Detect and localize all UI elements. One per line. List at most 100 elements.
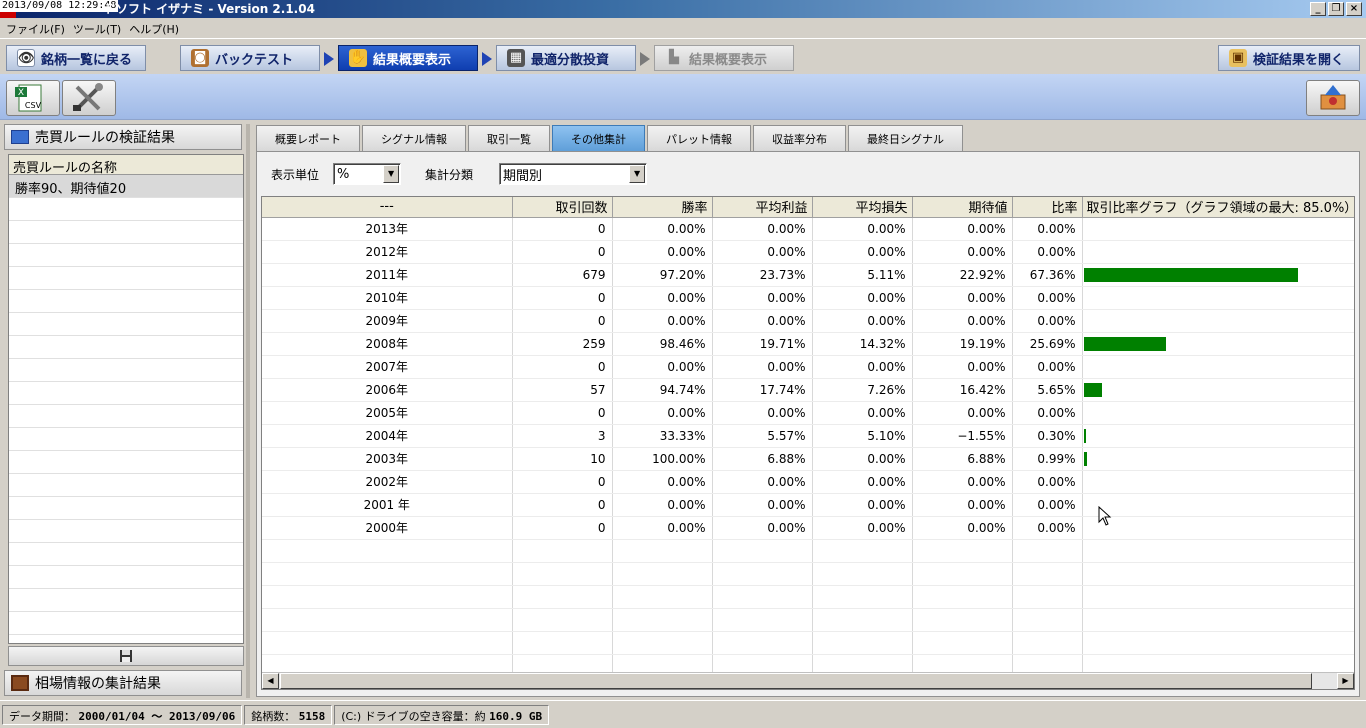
step-arrow-icon bbox=[640, 52, 650, 66]
refresh-export-button[interactable] bbox=[1306, 80, 1360, 116]
empty-cell bbox=[1012, 585, 1083, 609]
chevron-down-icon[interactable]: ▼ bbox=[383, 165, 400, 183]
empty-cell bbox=[262, 631, 513, 655]
menu-tools[interactable]: ツール(T) bbox=[71, 18, 127, 38]
csv-icon-label: CSV bbox=[25, 101, 42, 110]
cell-expected: 0.00% bbox=[912, 240, 1013, 264]
table-row[interactable]: 2001 年 0 0.00% 0.00% 0.00% 0.00% 0.00% bbox=[262, 493, 1354, 517]
scroll-right-icon[interactable]: ▶ bbox=[1337, 673, 1354, 689]
window-controls: _ ❐ × bbox=[1310, 2, 1362, 16]
cell-avg-loss: 0.00% bbox=[812, 355, 913, 379]
cell-avg-loss: 0.00% bbox=[812, 286, 913, 310]
folder-icon: ▣ bbox=[1229, 49, 1247, 67]
table-row[interactable]: 2011年 679 97.20% 23.73% 5.11% 22.92% 67.36% bbox=[262, 263, 1354, 287]
cell-ratio-graph bbox=[1082, 470, 1354, 494]
empty-cell bbox=[812, 608, 913, 632]
column-header-ratio-graph[interactable]: 取引比率グラフ（グラフ領域の最大: 85.0%） bbox=[1082, 197, 1354, 218]
scroll-left-icon[interactable]: ◀ bbox=[262, 673, 279, 689]
result-summary-button[interactable]: ✋ 結果概要表示 bbox=[338, 45, 478, 71]
cell-period: 2006年 bbox=[262, 378, 513, 402]
table-row[interactable]: 2003年 10 100.00% 6.88% 0.00% 6.88% 0.99% bbox=[262, 447, 1354, 471]
column-header-ratio[interactable]: 比率 bbox=[1012, 197, 1083, 218]
bar-chart-icon: ▙ bbox=[669, 50, 679, 65]
column-header-avg-loss[interactable]: 平均損失 bbox=[812, 197, 913, 218]
settings-tools-button[interactable] bbox=[62, 80, 116, 116]
tab-overview-report[interactable]: 概要レポート bbox=[256, 125, 360, 151]
menu-file[interactable]: ファイル(F) bbox=[4, 18, 71, 38]
empty-cell bbox=[1012, 539, 1083, 563]
tab-signal-info[interactable]: シグナル情報 bbox=[362, 125, 466, 151]
empty-cell bbox=[912, 585, 1013, 609]
data-period-status: データ期間： 2000/01/04 〜 2013/09/06 bbox=[2, 704, 243, 725]
close-button[interactable]: × bbox=[1346, 2, 1362, 16]
stock-count-status: 銘柄数： 5158 bbox=[244, 704, 333, 725]
cell-period: 2007年 bbox=[262, 355, 513, 379]
open-results-button[interactable]: ▣ 検証結果を開く bbox=[1218, 45, 1360, 71]
table-row[interactable]: 2009年 0 0.00% 0.00% 0.00% 0.00% 0.00% bbox=[262, 309, 1354, 333]
table-row[interactable]: 2005年 0 0.00% 0.00% 0.00% 0.00% 0.00% bbox=[262, 401, 1354, 425]
cell-period: 2000年 bbox=[262, 516, 513, 540]
ratio-bar bbox=[1083, 382, 1102, 397]
tab-other-aggregation[interactable]: その他集計 bbox=[552, 125, 645, 151]
rule-results-header[interactable]: 売買ルールの検証結果 bbox=[4, 124, 242, 150]
menu-help[interactable]: ヘルプ(H) bbox=[127, 18, 185, 38]
back-to-list-label: 銘柄一覧に戻る bbox=[41, 52, 133, 68]
cell-avg-profit: 17.74% bbox=[712, 378, 813, 402]
window-title: ドソフト イザナミ - Version 2.1.04 bbox=[104, 2, 315, 16]
cell-win-rate: 0.00% bbox=[612, 240, 713, 264]
column-header-period[interactable]: --- bbox=[262, 197, 513, 218]
panel-splitter[interactable] bbox=[246, 124, 250, 698]
cell-trades: 679 bbox=[512, 263, 613, 287]
ratio-bar bbox=[1083, 267, 1298, 282]
back-to-list-button[interactable]: 👁 銘柄一覧に戻る bbox=[6, 45, 146, 71]
data-period-value: 2000/01/04 〜 2013/09/06 bbox=[78, 709, 236, 723]
category-select[interactable]: 期間別 ▼ bbox=[499, 163, 648, 185]
cell-avg-loss: 5.10% bbox=[812, 424, 913, 448]
restore-button[interactable]: ❐ bbox=[1328, 2, 1344, 16]
cell-ratio: 0.00% bbox=[1012, 240, 1083, 264]
cell-period: 2009年 bbox=[262, 309, 513, 333]
column-header-expected[interactable]: 期待値 bbox=[912, 197, 1013, 218]
floppy-disk-icon bbox=[120, 650, 132, 662]
chevron-down-icon[interactable]: ▼ bbox=[629, 165, 646, 183]
column-header-win-rate[interactable]: 勝率 bbox=[612, 197, 713, 218]
cell-period: 2003年 bbox=[262, 447, 513, 471]
rule-list-item[interactable]: 勝率90、期待値20 bbox=[9, 175, 243, 198]
backtest-button[interactable]: ◙ バックテスト bbox=[180, 45, 320, 71]
tab-last-day-signal[interactable]: 最終日シグナル bbox=[848, 125, 963, 151]
scrollbar-thumb[interactable] bbox=[280, 673, 1312, 689]
optimal-allocation-button[interactable]: ▦ 最適分散投資 bbox=[496, 45, 636, 71]
result-summary-2-button[interactable]: ▙ 結果概要表示 bbox=[654, 45, 794, 71]
table-row[interactable]: 2013年 0 0.00% 0.00% 0.00% 0.00% 0.00% bbox=[262, 217, 1354, 241]
tab-return-distribution[interactable]: 収益率分布 bbox=[753, 125, 846, 151]
table-row[interactable]: 2000年 0 0.00% 0.00% 0.00% 0.00% 0.00% bbox=[262, 516, 1354, 540]
empty-list-row bbox=[9, 359, 243, 382]
table-row[interactable]: 2008年 259 98.46% 19.71% 14.32% 19.19% 25.69% bbox=[262, 332, 1354, 356]
table-row[interactable]: 2006年 57 94.74% 17.74% 7.26% 16.42% 5.65% bbox=[262, 378, 1354, 402]
minimize-button[interactable]: _ bbox=[1310, 2, 1326, 16]
csv-export-button[interactable]: X CSV bbox=[6, 80, 60, 116]
cell-trades: 0 bbox=[512, 217, 613, 241]
horizontal-scrollbar[interactable]: ◀ ▶ bbox=[262, 672, 1354, 689]
result-tabs: 概要レポート シグナル情報 取引一覧 その他集計 パレット情報 収益率分布 最終… bbox=[256, 125, 963, 151]
tab-palette-info[interactable]: パレット情報 bbox=[647, 125, 751, 151]
result-summary-label: 結果概要表示 bbox=[373, 52, 452, 68]
table-row[interactable]: 2007年 0 0.00% 0.00% 0.00% 0.00% 0.00% bbox=[262, 355, 1354, 379]
tab-trade-list[interactable]: 取引一覧 bbox=[468, 125, 550, 151]
column-header-avg-profit[interactable]: 平均利益 bbox=[712, 197, 813, 218]
cell-avg-loss: 0.00% bbox=[812, 447, 913, 471]
empty-cell bbox=[1012, 608, 1083, 632]
save-rule-button[interactable] bbox=[8, 646, 244, 666]
cell-ratio-graph bbox=[1082, 401, 1354, 425]
stock-count-label: 銘柄数： bbox=[251, 709, 296, 723]
rule-list: 売買ルールの名称 勝率90、期待値20 bbox=[8, 154, 244, 644]
table-row[interactable]: 2004年 3 33.33% 5.57% 5.10% −1.55% 0.30% bbox=[262, 424, 1354, 448]
table-row[interactable]: 2010年 0 0.00% 0.00% 0.00% 0.00% 0.00% bbox=[262, 286, 1354, 310]
column-header-trades[interactable]: 取引回数 bbox=[512, 197, 613, 218]
table-row[interactable]: 2012年 0 0.00% 0.00% 0.00% 0.00% 0.00% bbox=[262, 240, 1354, 264]
table-row[interactable]: 2002年 0 0.00% 0.00% 0.00% 0.00% 0.00% bbox=[262, 470, 1354, 494]
unit-select[interactable]: % ▼ bbox=[333, 163, 402, 185]
empty-cell bbox=[1082, 631, 1354, 655]
cell-trades: 0 bbox=[512, 309, 613, 333]
market-summary-header[interactable]: 相場情報の集計結果 bbox=[4, 670, 242, 696]
